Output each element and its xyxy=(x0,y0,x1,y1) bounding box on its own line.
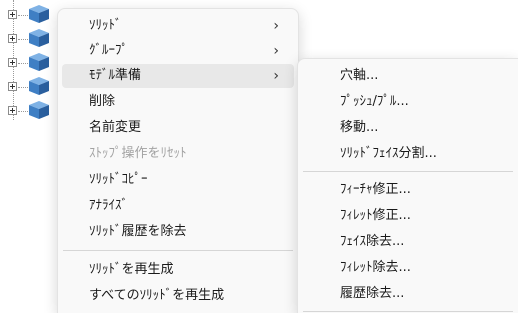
expand-plus-icon[interactable] xyxy=(8,34,17,43)
menu-item-label: ｿﾘｯﾄﾞ xyxy=(89,18,122,33)
menu-separator xyxy=(63,250,293,251)
solid-cube-icon xyxy=(29,53,49,71)
solid-cube-icon xyxy=(29,101,49,119)
menu-item-label: ｿﾘｯﾄﾞを再生成 xyxy=(89,262,174,277)
menu-item-group[interactable]: ｸﾞﾙｰﾌﾟ › xyxy=(62,39,294,63)
menu-item-label: ｸﾞﾙｰﾌﾟ xyxy=(89,43,128,58)
context-menu: ｿﾘｯﾄﾞ › ｸﾞﾙｰﾌﾟ › ﾓﾃﾞﾙ準備 › 削除 名前変更 ｽﾄｯﾌﾟ操… xyxy=(57,8,299,313)
submenu-item-push-pull[interactable]: ﾌﾟｯｼｭ/ﾌﾟﾙ... xyxy=(302,90,514,114)
menu-item-label: ｽﾄｯﾌﾟ操作をﾘｾｯﾄ xyxy=(89,146,187,161)
menu-item-label: ｿﾘｯﾄﾞﾌｪｲｽ分割... xyxy=(340,146,437,161)
menu-item-solid[interactable]: ｿﾘｯﾄﾞ › xyxy=(62,14,294,38)
menu-item-label: ﾌｪｲｽ除去... xyxy=(340,234,405,249)
chevron-right-icon: › xyxy=(273,43,279,59)
submenu-item-remove-face[interactable]: ﾌｪｲｽ除去... xyxy=(302,230,514,254)
expand-plus-icon[interactable] xyxy=(8,82,17,91)
submenu-item-move[interactable]: 移動... xyxy=(302,116,514,140)
menu-item-label: 削除 xyxy=(89,94,116,109)
submenu-item-remove-fillet[interactable]: ﾌｨﾚｯﾄ除去... xyxy=(302,256,514,280)
menu-item-label: ﾌｨｰﾁｬ修正... xyxy=(340,182,411,197)
menu-item-label: 移動... xyxy=(340,120,379,135)
menu-item-rename[interactable]: 名前変更 xyxy=(62,116,294,140)
submenu-item-modify-feature[interactable]: ﾌｨｰﾁｬ修正... xyxy=(302,178,514,202)
solid-cube-icon xyxy=(29,29,49,47)
model-prep-submenu: 穴軸... ﾌﾟｯｼｭ/ﾌﾟﾙ... 移動... ｿﾘｯﾄﾞﾌｪｲｽ分割... … xyxy=(297,58,518,313)
submenu-item-modify-fillet[interactable]: ﾌｨﾚｯﾄ修正... xyxy=(302,204,514,228)
menu-item-label: ﾌｨﾚｯﾄ除去... xyxy=(340,260,411,275)
solid-cube-icon xyxy=(29,77,49,95)
expand-plus-icon[interactable] xyxy=(8,10,17,19)
menu-item-label: ﾓﾃﾞﾙ準備 xyxy=(89,68,142,83)
menu-item-label: 穴軸... xyxy=(340,68,379,83)
menu-item-analyze[interactable]: ｱﾅﾗｲｽﾞ xyxy=(62,194,294,218)
menu-item-label: ｿﾘｯﾄﾞ履歴を除去 xyxy=(89,224,187,239)
chevron-right-icon: › xyxy=(273,68,279,84)
menu-item-label: ﾌｨﾚｯﾄ修正... xyxy=(340,208,411,223)
expand-plus-icon[interactable] xyxy=(8,106,17,115)
menu-item-reset-stop-operation: ｽﾄｯﾌﾟ操作をﾘｾｯﾄ xyxy=(62,142,294,166)
expand-plus-icon[interactable] xyxy=(8,58,17,67)
menu-item-copy-solid[interactable]: ｿﾘｯﾄﾞｺﾋﾟｰ xyxy=(62,168,294,192)
menu-item-regenerate-all-solids[interactable]: すべてのｿﾘｯﾄﾞを再生成 xyxy=(62,284,294,308)
menu-item-label: 名前変更 xyxy=(89,120,142,135)
menu-item-delete[interactable]: 削除 xyxy=(62,90,294,114)
menu-item-label: ﾌﾟｯｼｭ/ﾌﾟﾙ... xyxy=(340,94,409,109)
menu-item-label: ｿﾘｯﾄﾞｺﾋﾟｰ xyxy=(89,172,148,187)
submenu-item-hole-axis[interactable]: 穴軸... xyxy=(302,64,514,88)
menu-item-label: すべてのｿﾘｯﾄﾞを再生成 xyxy=(89,288,225,303)
menu-item-remove-solid-history[interactable]: ｿﾘｯﾄﾞ履歴を除去 xyxy=(62,220,294,244)
menu-item-regenerate-solid[interactable]: ｿﾘｯﾄﾞを再生成 xyxy=(62,258,294,282)
menu-item-label: 履歴除去... xyxy=(340,286,405,301)
submenu-item-split-solid-face[interactable]: ｿﾘｯﾄﾞﾌｪｲｽ分割... xyxy=(302,142,514,166)
solid-cube-icon xyxy=(29,5,49,23)
menu-item-label: ｱﾅﾗｲｽﾞ xyxy=(89,198,128,213)
submenu-item-remove-history[interactable]: 履歴除去... xyxy=(302,282,514,306)
chevron-right-icon: › xyxy=(273,18,279,34)
menu-separator xyxy=(303,311,513,312)
menu-separator xyxy=(303,171,513,172)
menu-item-model-prep[interactable]: ﾓﾃﾞﾙ準備 › xyxy=(62,64,294,88)
